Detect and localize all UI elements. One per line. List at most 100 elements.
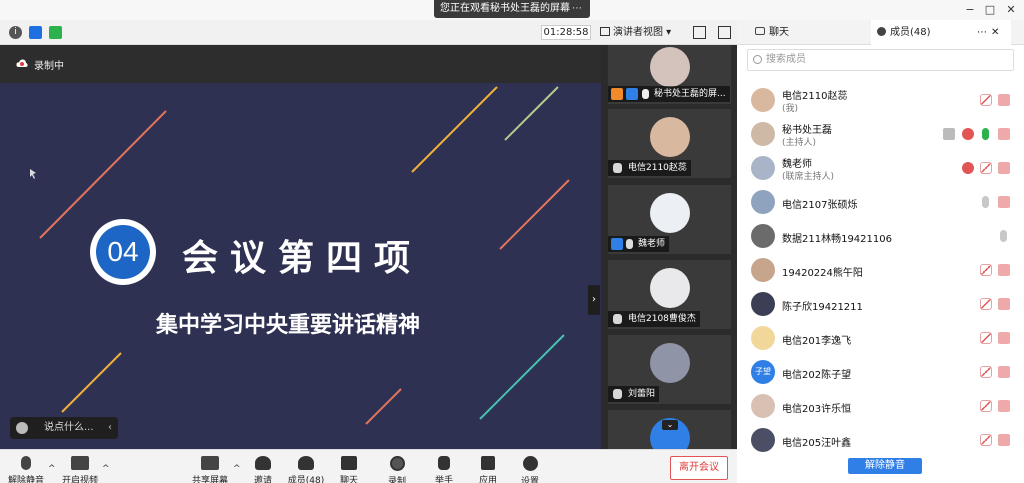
video-tile[interactable]: 魏老师: [608, 185, 731, 254]
mic-muted-icon: [626, 239, 633, 249]
shared-screen[interactable]: 录制中 04 会议第四项 集中学习中央重要讲话精神 说点什么... ‹ ›: [0, 45, 601, 449]
mic-muted-icon[interactable]: [980, 434, 992, 446]
video-tile[interactable]: 秘书处王磊的屏...: [608, 45, 731, 104]
maximize-button[interactable]: □: [982, 2, 998, 18]
tab-members-label: 成员(48): [890, 27, 931, 38]
mic-muted-icon[interactable]: [980, 94, 992, 106]
search-input[interactable]: 搜索成员: [747, 49, 1014, 71]
avatar: [751, 190, 775, 214]
chat-icon: [341, 456, 357, 470]
mic-muted-icon[interactable]: [980, 332, 992, 344]
member-name: 魏老师: [782, 159, 812, 170]
member-role: (联席主持人): [782, 172, 835, 182]
camera-off-icon[interactable]: [998, 332, 1010, 344]
raise-hand-button[interactable]: 举手: [422, 456, 466, 483]
member-row[interactable]: 电信2110赵蕊 (我): [737, 83, 1024, 117]
sharing-banner-text: 您正在观看秘书处王磊的屏幕: [440, 3, 570, 14]
avatar: 子望: [751, 360, 775, 384]
camera-off-icon[interactable]: [998, 434, 1010, 446]
chevron-up-icon[interactable]: ^: [48, 464, 56, 474]
leave-meeting-button[interactable]: 离开会议: [670, 456, 728, 480]
record-label: 录制: [387, 477, 406, 483]
camera-off-icon[interactable]: [998, 162, 1010, 174]
tab-members[interactable]: 成员(48) ⋯ ✕: [871, 20, 1011, 45]
member-row[interactable]: 子望 电信202陈子望: [737, 355, 1024, 389]
mic-icon[interactable]: [1000, 230, 1007, 242]
member-row[interactable]: 电信201李逸飞: [737, 321, 1024, 355]
camera-off-icon[interactable]: [998, 196, 1010, 208]
invite-button[interactable]: 邀请: [241, 456, 285, 483]
recording-icon: [962, 128, 974, 140]
minimize-button[interactable]: −: [962, 2, 978, 18]
mic-muted-icon[interactable]: [980, 400, 992, 412]
member-row[interactable]: 电信203许乐恒: [737, 389, 1024, 423]
camera-off-icon[interactable]: [998, 298, 1010, 310]
sharing-banner[interactable]: 您正在观看秘书处王磊的屏幕 ⋯: [434, 0, 590, 18]
member-row[interactable]: 魏老师 (联席主持人): [737, 151, 1024, 185]
invite-label: 邀请: [253, 476, 272, 483]
hand-icon: [438, 456, 450, 470]
member-name: 电信2107张硕烁: [782, 200, 858, 211]
emoji-icon[interactable]: [16, 422, 28, 434]
section-number: 04: [96, 225, 150, 279]
chat-label: 聊天: [339, 476, 358, 483]
mic-muted-icon[interactable]: [980, 366, 992, 378]
chevron-up-icon[interactable]: ^: [102, 464, 110, 474]
video-tile[interactable]: 电信2110赵蕊: [608, 109, 731, 178]
camera-off-icon[interactable]: [998, 264, 1010, 276]
more-options-icon[interactable]: ⋯: [977, 20, 987, 45]
signal-icon[interactable]: [49, 26, 62, 39]
camera-off-icon[interactable]: [998, 400, 1010, 412]
member-row[interactable]: 电信2107张硕烁: [737, 185, 1024, 219]
mic-muted-icon[interactable]: [980, 264, 992, 276]
title-bar: 您正在观看秘书处王磊的屏幕 ⋯ − □ ✕: [0, 0, 1024, 20]
record-button[interactable]: 录制: [375, 456, 419, 483]
unmute-button[interactable]: 解除静音: [4, 456, 48, 483]
member-row[interactable]: 19420224熊午阳: [737, 253, 1024, 287]
video-tile[interactable]: 电信2108曹俊杰: [608, 260, 731, 329]
chevron-left-icon[interactable]: ‹: [108, 417, 112, 439]
apps-button[interactable]: 应用: [466, 456, 510, 483]
sidebar-toggle-icon[interactable]: [718, 26, 731, 39]
camera-off-icon[interactable]: [998, 128, 1010, 140]
members-panel: 搜索成员 电信2110赵蕊 (我) 秘书处王磊 (主持人) 魏老师 (联席主持人…: [737, 45, 1024, 483]
slide-title: 会议第四项: [182, 238, 423, 279]
mic-muted-icon[interactable]: [980, 298, 992, 310]
avatar: [650, 343, 690, 383]
member-row[interactable]: 数据211林畅19421106: [737, 219, 1024, 253]
members-button[interactable]: 成员(48): [284, 456, 328, 483]
info-icon[interactable]: i: [9, 26, 22, 39]
member-row[interactable]: 电信205汪叶鑫: [737, 423, 1024, 457]
scroll-down-icon[interactable]: ⌄: [662, 420, 678, 430]
settings-button[interactable]: 设置: [508, 456, 552, 483]
danmu-input[interactable]: 说点什么... ‹: [10, 417, 118, 439]
video-tile[interactable]: 刘蕾阳: [608, 335, 731, 404]
share-screen-button[interactable]: 共享屏幕: [188, 456, 232, 483]
video-tile[interactable]: ⌄: [608, 410, 731, 449]
view-mode-dropdown[interactable]: 演讲者视图 ▾: [600, 25, 671, 40]
start-video-button[interactable]: 开启视频: [58, 456, 102, 483]
unmute-all-button[interactable]: 解除静音: [848, 458, 922, 474]
close-window-button[interactable]: ✕: [1003, 2, 1019, 18]
mic-muted-icon[interactable]: [980, 162, 992, 174]
slide-subtitle: 集中学习中央重要讲话精神: [156, 313, 421, 338]
shield-icon[interactable]: [29, 26, 42, 39]
mic-on-icon[interactable]: [982, 128, 989, 140]
collapse-video-strip-button[interactable]: ›: [588, 285, 600, 315]
chevron-up-icon[interactable]: ^: [233, 464, 241, 474]
avatar: [751, 428, 775, 452]
avatar: [751, 394, 775, 418]
view-mode-label: 演讲者视图 ▾: [613, 27, 672, 38]
camera-off-icon[interactable]: [998, 366, 1010, 378]
video-tile-label: 秘书处王磊的屏...: [608, 86, 730, 102]
camera-off-icon[interactable]: [998, 94, 1010, 106]
apps-label: 应用: [478, 476, 497, 483]
chat-button[interactable]: 聊天: [327, 456, 371, 483]
fullscreen-icon[interactable]: [693, 26, 706, 39]
close-panel-icon[interactable]: ✕: [991, 20, 999, 45]
tab-chat[interactable]: 聊天: [745, 20, 871, 45]
mic-icon[interactable]: [982, 196, 989, 208]
more-icon[interactable]: ⋯: [572, 0, 582, 18]
member-row[interactable]: 陈子欣19421211: [737, 287, 1024, 321]
member-row[interactable]: 秘书处王磊 (主持人): [737, 117, 1024, 151]
